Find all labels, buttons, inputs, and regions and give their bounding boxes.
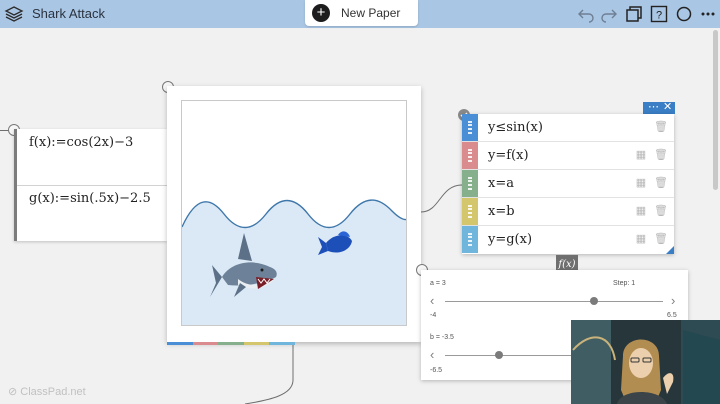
trash-icon[interactable]: 🗑 [654, 120, 668, 134]
new-paper-label: New Paper [341, 6, 401, 20]
trash-icon[interactable]: 🗑 [654, 204, 668, 218]
function-definitions-card[interactable]: f(x):=cos(2x)−3 g(x):=sin(.5x)−2.5 [14, 129, 167, 241]
drag-handle[interactable] [462, 114, 478, 141]
help-icon[interactable]: ? [650, 5, 668, 23]
tab-color-2 [192, 342, 219, 345]
undo-icon[interactable] [577, 5, 595, 23]
equation-text[interactable]: x=a [488, 176, 514, 191]
chevron-right-icon[interactable]: › [671, 293, 675, 308]
copy-icon[interactable] [625, 5, 643, 23]
g-definition[interactable]: g(x):=sin(.5x)−2.5 [29, 191, 151, 206]
equation-list-card[interactable]: y≤sin(x) 🗑 y=f(x) ▦ 🗑 x=a ▦ 🗑 x=b ▦ 🗑 y=… [462, 114, 674, 254]
chevron-left-icon[interactable]: ‹ [430, 293, 434, 308]
paper-title[interactable]: Shark Attack [32, 6, 105, 21]
equation-row[interactable]: x=a ▦ 🗑 [462, 170, 674, 198]
table-icon[interactable]: ▦ [634, 204, 648, 218]
tab-color-3 [218, 342, 244, 345]
equation-row[interactable]: y=g(x) ▦ 🗑 [462, 226, 674, 254]
equation-text[interactable]: x=b [488, 204, 515, 219]
slider-a-max: 6.5 [667, 312, 677, 319]
slider-a-knob[interactable] [590, 297, 598, 305]
redo-icon[interactable] [600, 5, 618, 23]
table-icon[interactable]: ▦ [634, 232, 648, 246]
slider-b-knob[interactable] [495, 351, 503, 359]
top-bar: Shark Attack + New Paper ? [0, 0, 720, 28]
slider-b-label: b = -3.5 [430, 334, 454, 341]
drag-handle[interactable] [462, 142, 478, 169]
equation-row[interactable]: y=f(x) ▦ 🗑 [462, 142, 674, 170]
record-icon[interactable] [675, 5, 693, 23]
equation-text[interactable]: y=f(x) [488, 148, 529, 163]
equation-row[interactable]: x=b ▦ 🗑 [462, 198, 674, 226]
equation-text[interactable]: y≤sin(x) [488, 120, 543, 135]
canvas-color-tabs [167, 342, 295, 345]
equation-card-toolbar: ⋯ ✕ [643, 100, 675, 114]
more-icon[interactable]: ⋯ [648, 100, 659, 113]
more-icon[interactable] [699, 5, 717, 23]
webcam-overlay [571, 320, 720, 404]
trash-icon[interactable]: 🗑 [654, 148, 668, 162]
tab-color-4 [243, 342, 270, 345]
classpad-logo-icon: ⊘ [8, 386, 21, 398]
chevron-left-icon[interactable]: ‹ [430, 347, 434, 362]
tab-color-1 [167, 342, 193, 345]
scrollbar[interactable] [713, 30, 718, 190]
brand-text: ClassPad.net [20, 386, 86, 398]
tab-color-5 [269, 342, 295, 345]
close-icon[interactable]: ✕ [663, 100, 672, 113]
slider-a-label: a = 3 [430, 280, 446, 287]
svg-text:?: ? [656, 10, 662, 22]
equation-text[interactable]: y=g(x) [488, 232, 532, 247]
slider-a-min: -4 [430, 312, 437, 319]
table-icon[interactable]: ▦ [634, 176, 648, 190]
slider-a-step[interactable]: Step: 1 [613, 280, 635, 287]
graph-plot [182, 199, 406, 325]
layers-icon[interactable] [4, 4, 24, 24]
footer-brand: ⊘ ClassPad.net [8, 385, 86, 398]
graph-canvas-card[interactable] [167, 86, 421, 345]
water-region [182, 200, 406, 325]
drag-handle[interactable] [462, 226, 478, 253]
slider-b-min: -6.5 [430, 367, 443, 374]
drag-handle[interactable] [462, 170, 478, 197]
slider-a-track[interactable] [445, 301, 663, 302]
trash-icon[interactable]: 🗑 [654, 176, 668, 190]
new-paper-button[interactable]: + New Paper [305, 0, 418, 26]
plus-icon: + [312, 4, 330, 22]
graph-area[interactable] [181, 100, 407, 326]
presenter-video [571, 320, 720, 404]
drag-handle[interactable] [462, 198, 478, 225]
f-definition[interactable]: f(x):=cos(2x)−3 [29, 135, 133, 150]
resize-corner[interactable] [666, 246, 674, 254]
divider [17, 185, 167, 186]
equation-row[interactable]: y≤sin(x) 🗑 [462, 114, 674, 142]
table-icon[interactable]: ▦ [634, 148, 648, 162]
trash-icon[interactable]: 🗑 [654, 232, 668, 246]
